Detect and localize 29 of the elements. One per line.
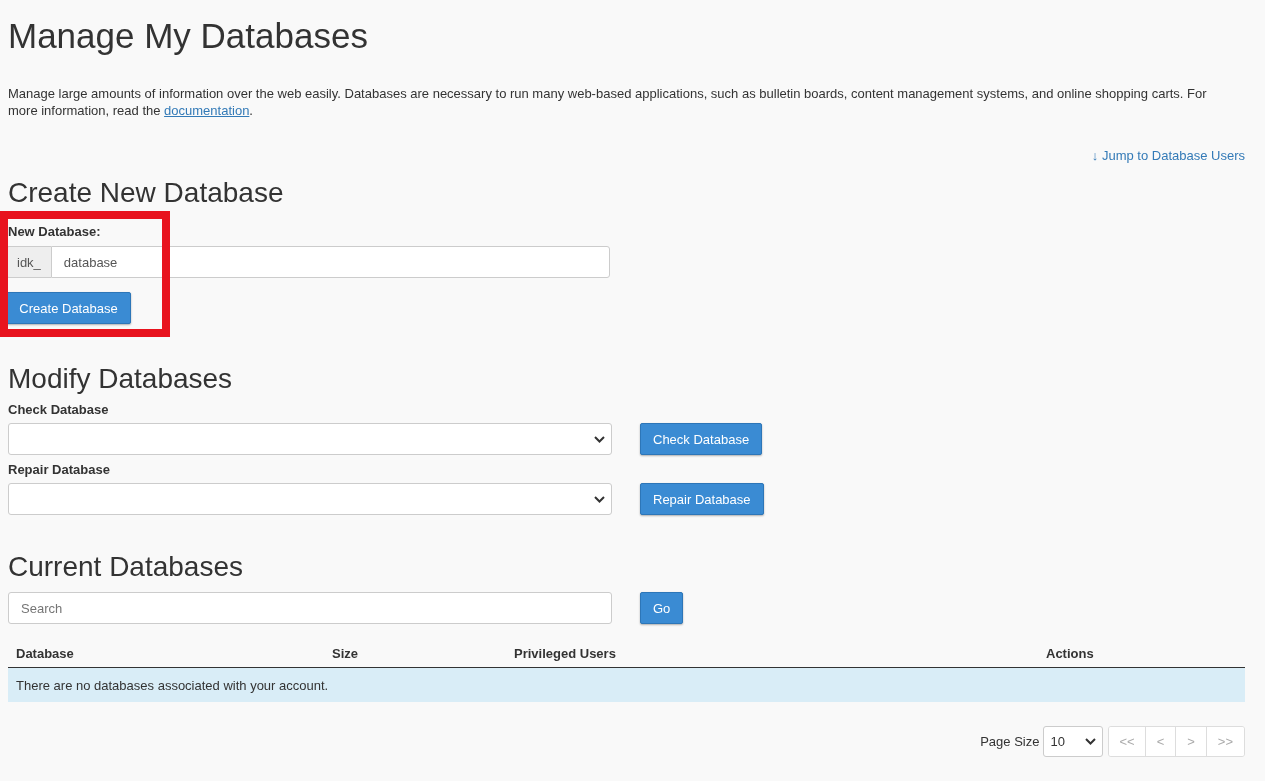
column-header: Privileged Users	[506, 640, 1012, 668]
create-database-button[interactable]: Create Database	[6, 292, 131, 324]
database-name-field[interactable]: database	[50, 246, 610, 278]
field-label: Check Database	[8, 401, 110, 418]
description-text: Manage large amounts of information over the web easily. Databases are necessary to run many web-based applications, such as bulletin boards, content management systems, and online shopping carts. For more information, read the documentation.	[8, 85, 1208, 119]
column-header: Actions	[1012, 640, 1245, 668]
database-dropdown[interactable]	[8, 483, 612, 515]
chevron-down-icon	[1085, 738, 1097, 745]
database-dropdown[interactable]	[8, 423, 612, 455]
field-label: New Database:	[8, 223, 102, 240]
page-size-dropdown[interactable]: 10	[1043, 726, 1104, 757]
page-size-label: Page Size	[980, 734, 1040, 749]
go-button[interactable]: Go	[640, 592, 684, 624]
prefix-label: idk_	[6, 246, 51, 278]
chevron-down-icon	[594, 435, 605, 443]
action-button[interactable]: Repair Database	[640, 483, 764, 515]
section-heading: Modify Databases	[8, 362, 234, 396]
page-size-value: 10	[1050, 734, 1065, 749]
section-heading: Create New Database	[8, 176, 285, 210]
chevron-down-icon	[594, 495, 605, 503]
action-button[interactable]: Check Database	[640, 423, 763, 455]
empty-table-message: There are no databases associated with your account.	[8, 667, 1245, 702]
search-field[interactable]: Search	[8, 592, 612, 624]
field-label: Repair Database	[8, 461, 111, 478]
page-title: Manage My Databases	[8, 15, 369, 57]
jump-link[interactable]: ↓ Jump to Database Users	[1091, 148, 1245, 163]
column-header: Size	[324, 640, 506, 668]
section-heading: Current Databases	[8, 550, 244, 584]
column-header: Database	[8, 640, 324, 668]
